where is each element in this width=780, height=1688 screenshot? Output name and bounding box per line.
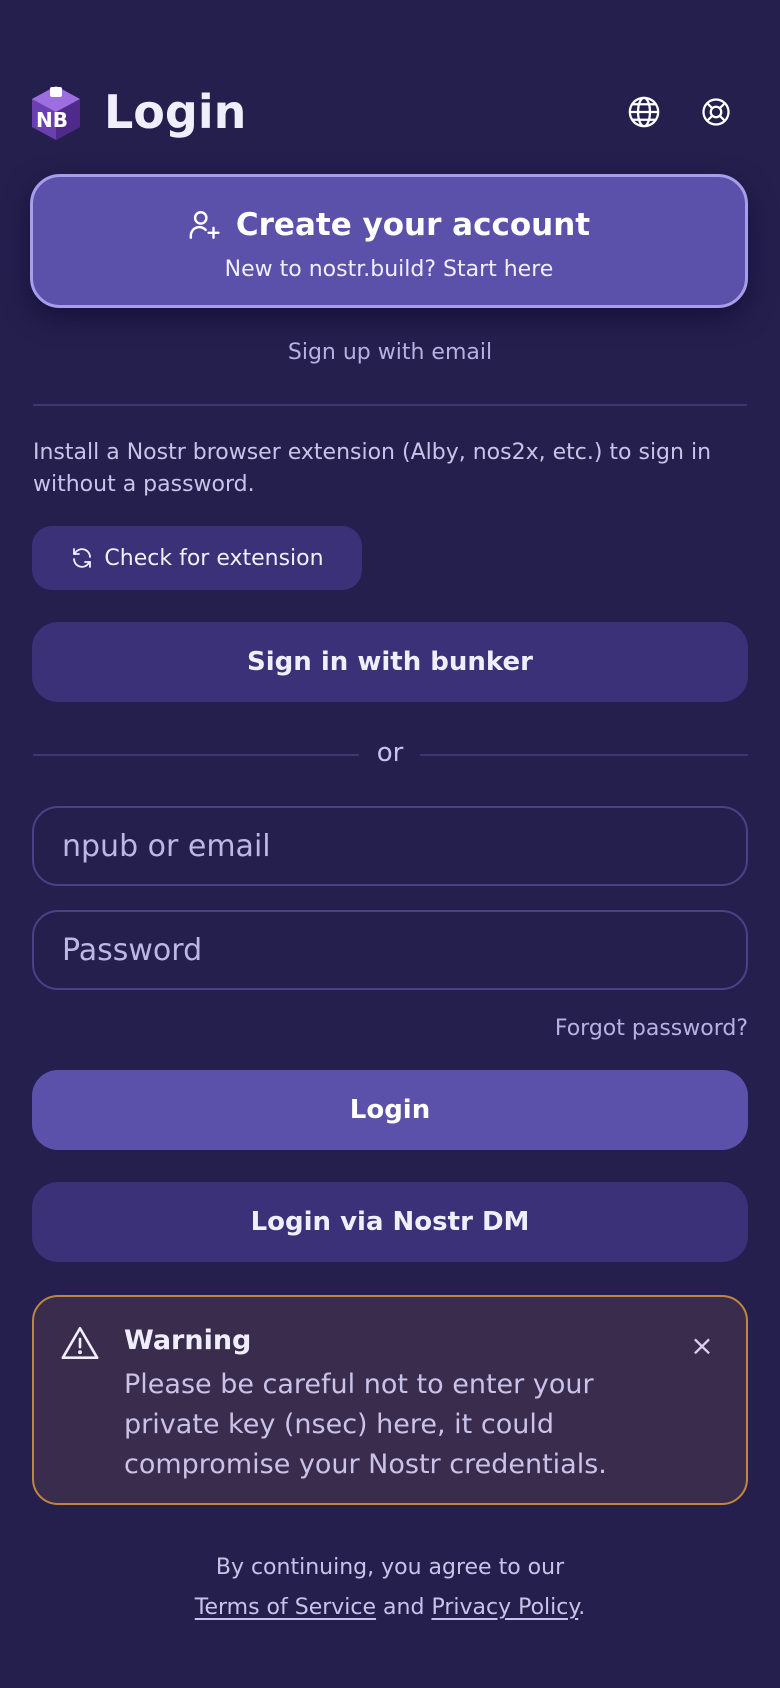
language-button[interactable] bbox=[624, 92, 664, 132]
or-divider-text: or bbox=[376, 738, 404, 768]
create-account-title: Create your account bbox=[235, 207, 591, 243]
check-extension-button[interactable]: Check for extension bbox=[32, 526, 362, 590]
sign-in-bunker-button[interactable]: Sign in with bunker bbox=[32, 622, 748, 702]
warning-triangle-icon bbox=[61, 1326, 99, 1360]
close-icon[interactable]: × bbox=[684, 1327, 720, 1363]
footer-prefix: By continuing, you agree to our bbox=[215, 1555, 565, 1580]
create-account-button[interactable]: Create your account New to nostr.build? … bbox=[30, 174, 748, 308]
header: NB Login bbox=[30, 82, 750, 142]
password-input[interactable] bbox=[32, 910, 748, 990]
or-divider-right bbox=[420, 754, 748, 756]
divider bbox=[33, 404, 747, 406]
login-nostr-dm-button[interactable]: Login via Nostr DM bbox=[32, 1182, 748, 1262]
nostr-build-logo: NB bbox=[30, 83, 82, 141]
terms-of-service-link[interactable]: Terms of Service bbox=[195, 1595, 376, 1620]
forgot-password-link[interactable]: Forgot password? bbox=[555, 1016, 748, 1041]
signup-email-link[interactable]: Sign up with email bbox=[0, 340, 780, 365]
refresh-icon bbox=[73, 548, 92, 568]
warning-title: Warning bbox=[124, 1325, 252, 1356]
create-account-subtitle: New to nostr.build? Start here bbox=[224, 257, 554, 282]
lifebuoy-icon bbox=[702, 98, 730, 126]
page-title: Login bbox=[104, 85, 247, 139]
check-extension-label: Check for extension bbox=[104, 545, 324, 571]
svg-text:NB: NB bbox=[36, 108, 68, 132]
or-divider-left bbox=[33, 754, 359, 756]
footer-suffix: . bbox=[578, 1595, 586, 1620]
legal-footer: By continuing, you agree to our Terms of… bbox=[0, 1548, 780, 1628]
footer-and: and bbox=[383, 1595, 425, 1620]
extension-description: Install a Nostr browser extension (Alby,… bbox=[33, 440, 712, 497]
user-plus-icon bbox=[189, 211, 220, 239]
privacy-policy-link[interactable]: Privacy Policy bbox=[431, 1595, 578, 1620]
help-button[interactable] bbox=[696, 92, 736, 132]
warning-message: Please be careful not to enter your priv… bbox=[124, 1369, 607, 1480]
globe-icon bbox=[628, 96, 660, 128]
warning-alert: Warning Please be careful not to enter y… bbox=[32, 1295, 748, 1505]
login-button[interactable]: Login bbox=[32, 1070, 748, 1150]
npub-or-email-input[interactable] bbox=[32, 806, 748, 886]
